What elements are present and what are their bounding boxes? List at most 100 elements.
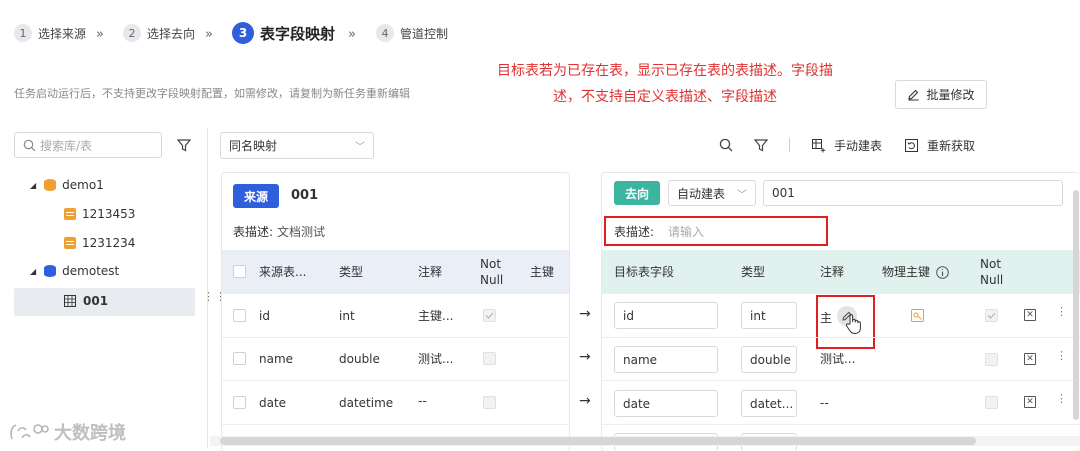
target-table-name-input[interactable]: 001 — [763, 180, 1063, 206]
watermark-logo-icon — [10, 424, 49, 440]
tree-item-demo1[interactable]: ◢ demo1 — [30, 178, 104, 192]
row-divider — [602, 424, 1080, 425]
chevron-down-icon: ﹀ — [355, 142, 365, 153]
source-comment: 主键... — [418, 309, 454, 323]
target-field-input[interactable]: id — [614, 302, 718, 329]
table-icon — [64, 208, 76, 220]
create-mode-select[interactable]: 自动建表 ﹀ — [668, 180, 756, 206]
search-input[interactable]: 搜索库/表 — [14, 132, 162, 158]
row-checkbox[interactable] — [233, 309, 246, 322]
not-null-checkbox — [483, 352, 496, 365]
watermark-text: 大数跨境 — [54, 423, 126, 444]
step-1: 1 选择来源 — [14, 24, 86, 42]
refresh-icon — [905, 138, 918, 152]
source-comment: 测试... — [418, 352, 454, 366]
not-null-checkbox — [985, 353, 998, 366]
chevron-down-icon: ﹀ — [737, 189, 747, 201]
col-comment: 注释 — [418, 265, 443, 279]
source-type: int — [339, 309, 355, 323]
primary-key-icon[interactable] — [911, 309, 924, 322]
tree-item-label: demo1 — [62, 178, 104, 192]
tree-item-001[interactable]: 001 — [64, 294, 108, 308]
mapping-arrow-icon: → — [579, 393, 591, 409]
tree-item-label: 1213453 — [82, 207, 136, 221]
col-primary-key: 主键 — [530, 265, 555, 279]
delete-row-icon[interactable]: ✕ — [1024, 396, 1036, 408]
caret-down-icon: ◢ — [30, 266, 37, 276]
edit-icon — [908, 89, 919, 101]
mapping-arrow-icon: → — [579, 349, 591, 365]
caret-down-icon: ◢ — [30, 180, 37, 190]
source-comment: -- — [418, 394, 427, 408]
step-number: 1 — [14, 24, 32, 42]
col-source-field: 来源表... — [259, 265, 307, 279]
tree-item-label: demotest — [62, 264, 120, 278]
row-divider — [602, 380, 1080, 381]
col-comment: 注释 — [820, 265, 845, 279]
target-field-input[interactable]: name — [614, 346, 718, 373]
select-all-checkbox[interactable] — [233, 265, 246, 278]
tree-item-1231234[interactable]: 1231234 — [64, 236, 135, 250]
highlight-box-comment — [816, 295, 875, 349]
step-label: 管道控制 — [400, 26, 449, 41]
target-comment: -- — [820, 396, 829, 410]
source-desc-label: 表描述: — [233, 225, 274, 239]
row-divider — [222, 380, 569, 381]
not-null-checkbox — [483, 396, 496, 409]
database-icon — [44, 265, 57, 277]
step-4: 4 管道控制 — [376, 24, 448, 42]
step-number: 4 — [376, 24, 394, 42]
delete-row-icon[interactable]: ✕ — [1024, 309, 1036, 321]
step-separator: » — [96, 27, 104, 42]
step-separator: » — [205, 27, 213, 42]
tree-item-1213453[interactable]: 1213453 — [64, 207, 135, 221]
panel-divider — [207, 128, 208, 448]
manual-create-label: 手动建表 — [834, 139, 883, 153]
search-icon — [23, 139, 36, 151]
config-hint: 任务启动运行后，不支持更改字段映射配置，如需修改，请复制为新任务重新编辑 — [14, 87, 410, 100]
not-null-checkbox — [985, 396, 998, 409]
batch-edit-button[interactable]: 批量修改 — [895, 80, 987, 109]
database-icon — [44, 179, 57, 191]
source-field: name — [259, 352, 294, 366]
target-type-input[interactable]: datet... — [741, 390, 797, 417]
filter-icon[interactable] — [177, 138, 191, 152]
row-checkbox[interactable] — [233, 396, 246, 409]
tree-item-demotest[interactable]: ◢ demotest — [30, 264, 119, 278]
mapping-mode-select[interactable]: 同名映射 ﹀ — [220, 132, 374, 159]
col-type: 类型 — [741, 265, 766, 279]
annotation-note: 目标表若为已存在表，显示已存在表的表描述。字段描 述，不支持自定义表描述、字段描… — [470, 58, 860, 110]
horizontal-scrollbar[interactable] — [220, 437, 976, 445]
col-physical-pk: 物理主键 — [882, 264, 949, 280]
step-number: 3 — [232, 22, 254, 44]
table-grid-icon — [64, 295, 76, 307]
source-field: date — [259, 396, 287, 410]
col-not-null: Not Null — [980, 257, 1004, 287]
row-divider — [222, 424, 569, 425]
target-type-input[interactable]: int — [741, 302, 797, 329]
row-divider — [222, 337, 569, 338]
refetch-button[interactable]: 重新获取 — [905, 137, 975, 154]
step-2: 2 选择去向 — [123, 24, 195, 42]
delete-row-icon[interactable]: ✕ — [1024, 353, 1036, 365]
filter-icon[interactable] — [754, 138, 768, 152]
col-target-field: 目标表字段 — [614, 265, 675, 279]
not-null-checkbox-checked — [985, 309, 998, 322]
source-type: double — [339, 352, 380, 366]
target-field-input[interactable]: date — [614, 390, 718, 417]
mapping-mode-value: 同名映射 — [229, 139, 278, 153]
not-null-checkbox-checked — [483, 309, 496, 322]
info-icon[interactable] — [936, 265, 949, 279]
vertical-scrollbar[interactable] — [1073, 190, 1079, 420]
batch-edit-label: 批量修改 — [926, 88, 975, 102]
target-type-input[interactable]: double — [741, 346, 797, 373]
table-icon — [64, 237, 76, 249]
annotation-line-1: 目标表若为已存在表，显示已存在表的表描述。字段描 — [497, 63, 833, 79]
manual-create-button[interactable]: 手动建表 — [812, 137, 882, 154]
step-separator: » — [348, 27, 356, 42]
target-comment: 测试... — [820, 352, 856, 366]
annotation-line-2: 述，不支持自定义表描述、字段描述 — [553, 89, 777, 105]
row-checkbox[interactable] — [233, 352, 246, 365]
source-table-name: 001 — [291, 188, 319, 203]
search-icon[interactable] — [719, 138, 733, 152]
